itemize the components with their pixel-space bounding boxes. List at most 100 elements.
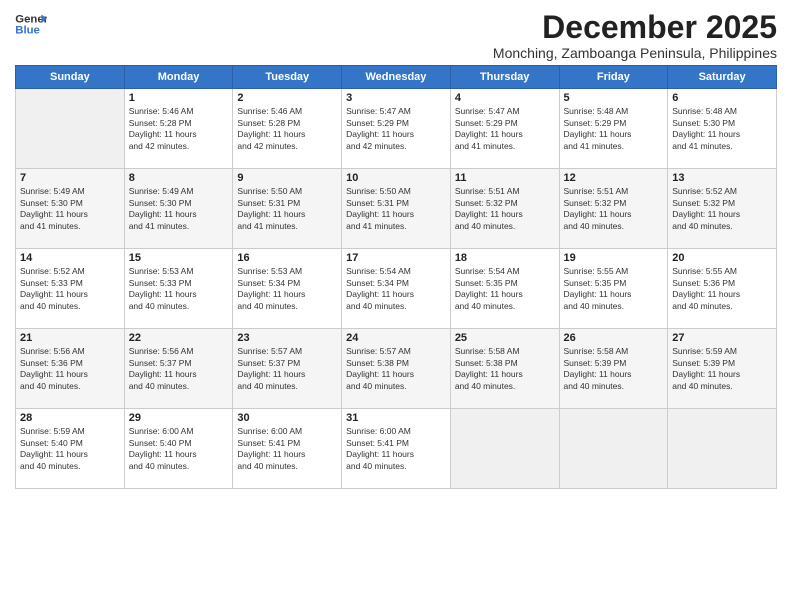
calendar-week-row: 28 Sunrise: 5:59 AMSunset: 5:40 PMDayligh…	[16, 409, 777, 489]
day-number: 25	[455, 332, 555, 344]
day-info: Sunrise: 5:57 AMSunset: 5:37 PMDaylight:…	[237, 346, 337, 392]
calendar-week-row: 14 Sunrise: 5:52 AMSunset: 5:33 PMDayligh…	[16, 249, 777, 329]
logo: General Blue	[15, 10, 49, 38]
col-sunday: Sunday	[16, 66, 125, 89]
table-row: 20 Sunrise: 5:55 AMSunset: 5:36 PMDayligh…	[668, 249, 777, 329]
table-row: 24Sunrise: 5:57 AMSunset: 5:38 PMDayligh…	[342, 329, 451, 409]
day-number: 21	[20, 332, 120, 344]
table-row: 2 Sunrise: 5:46 AMSunset: 5:28 PMDaylight…	[233, 89, 342, 169]
subtitle: Monching, Zamboanga Peninsula, Philippin…	[493, 45, 777, 61]
day-info: Sunrise: 5:51 AMSunset: 5:32 PMDaylight:…	[455, 186, 555, 232]
day-number: 18	[455, 252, 555, 264]
day-info: Sunrise: 5:58 AMSunset: 5:39 PMDaylight:…	[564, 346, 664, 392]
header-row: Sunday Monday Tuesday Wednesday Thursday…	[16, 66, 777, 89]
col-monday: Monday	[124, 66, 233, 89]
day-number: 6	[672, 92, 772, 104]
day-number: 20	[672, 252, 772, 264]
day-number: 28	[20, 412, 120, 424]
day-number: 13	[672, 172, 772, 184]
table-row: 19 Sunrise: 5:55 AMSunset: 5:35 PMDayligh…	[559, 249, 668, 329]
day-number: 5	[564, 92, 664, 104]
day-info: Sunrise: 6:00 AMSunset: 5:40 PMDaylight:…	[129, 426, 229, 472]
calendar-week-row: 7 Sunrise: 5:49 AMSunset: 5:30 PMDaylight…	[16, 169, 777, 249]
day-number: 19	[564, 252, 664, 264]
day-info: Sunrise: 5:59 AMSunset: 5:39 PMDaylight:…	[672, 346, 772, 392]
col-friday: Friday	[559, 66, 668, 89]
table-row	[16, 89, 125, 169]
day-info: Sunrise: 5:59 AMSunset: 5:40 PMDaylight:…	[20, 426, 120, 472]
day-number: 27	[672, 332, 772, 344]
table-row: 6 Sunrise: 5:48 AMSunset: 5:30 PMDaylight…	[668, 89, 777, 169]
day-info: Sunrise: 5:52 AMSunset: 5:33 PMDaylight:…	[20, 266, 120, 312]
day-info: Sunrise: 6:00 AMSunset: 5:41 PMDaylight:…	[237, 426, 337, 472]
day-number: 8	[129, 172, 229, 184]
day-number: 16	[237, 252, 337, 264]
table-row: 16 Sunrise: 5:53 AMSunset: 5:34 PMDayligh…	[233, 249, 342, 329]
table-row: 8Sunrise: 5:49 AMSunset: 5:30 PMDaylight…	[124, 169, 233, 249]
day-number: 2	[237, 92, 337, 104]
day-number: 15	[129, 252, 229, 264]
table-row: 18 Sunrise: 5:54 AMSunset: 5:35 PMDayligh…	[450, 249, 559, 329]
day-info: Sunrise: 5:55 AMSunset: 5:35 PMDaylight:…	[564, 266, 664, 312]
col-saturday: Saturday	[668, 66, 777, 89]
day-info: Sunrise: 5:49 AMSunset: 5:30 PMDaylight:…	[20, 186, 120, 232]
day-info: Sunrise: 5:52 AMSunset: 5:32 PMDaylight:…	[672, 186, 772, 232]
day-number: 26	[564, 332, 664, 344]
month-title: December 2025	[493, 10, 777, 45]
day-info: Sunrise: 5:47 AMSunset: 5:29 PMDaylight:…	[455, 106, 555, 152]
table-row	[668, 409, 777, 489]
table-row: 25 Sunrise: 5:58 AMSunset: 5:38 PMDayligh…	[450, 329, 559, 409]
day-number: 3	[346, 92, 446, 104]
col-tuesday: Tuesday	[233, 66, 342, 89]
day-info: Sunrise: 5:50 AMSunset: 5:31 PMDaylight:…	[346, 186, 446, 232]
day-info: Sunrise: 5:48 AMSunset: 5:29 PMDaylight:…	[564, 106, 664, 152]
table-row: 22Sunrise: 5:56 AMSunset: 5:37 PMDayligh…	[124, 329, 233, 409]
calendar-week-row: 1 Sunrise: 5:46 AMSunset: 5:28 PMDaylight…	[16, 89, 777, 169]
day-number: 9	[237, 172, 337, 184]
header: General Blue December 2025 Monching, Zam…	[15, 10, 777, 61]
table-row: 7 Sunrise: 5:49 AMSunset: 5:30 PMDaylight…	[16, 169, 125, 249]
day-number: 4	[455, 92, 555, 104]
day-info: Sunrise: 5:51 AMSunset: 5:32 PMDaylight:…	[564, 186, 664, 232]
day-number: 23	[237, 332, 337, 344]
table-row: 21Sunrise: 5:56 AMSunset: 5:36 PMDayligh…	[16, 329, 125, 409]
svg-text:Blue: Blue	[15, 25, 40, 37]
table-row	[450, 409, 559, 489]
table-row: 12Sunrise: 5:51 AMSunset: 5:32 PMDayligh…	[559, 169, 668, 249]
day-number: 14	[20, 252, 120, 264]
page: General Blue December 2025 Monching, Zam…	[0, 0, 792, 612]
table-row: 23 Sunrise: 5:57 AMSunset: 5:37 PMDayligh…	[233, 329, 342, 409]
table-row: 10Sunrise: 5:50 AMSunset: 5:31 PMDayligh…	[342, 169, 451, 249]
day-info: Sunrise: 5:46 AMSunset: 5:28 PMDaylight:…	[129, 106, 229, 152]
day-info: Sunrise: 5:46 AMSunset: 5:28 PMDaylight:…	[237, 106, 337, 152]
day-info: Sunrise: 5:54 AMSunset: 5:35 PMDaylight:…	[455, 266, 555, 312]
day-number: 31	[346, 412, 446, 424]
day-info: Sunrise: 6:00 AMSunset: 5:41 PMDaylight:…	[346, 426, 446, 472]
table-row: 28 Sunrise: 5:59 AMSunset: 5:40 PMDayligh…	[16, 409, 125, 489]
table-row: 31 Sunrise: 6:00 AMSunset: 5:41 PMDayligh…	[342, 409, 451, 489]
day-info: Sunrise: 5:55 AMSunset: 5:36 PMDaylight:…	[672, 266, 772, 312]
day-info: Sunrise: 5:48 AMSunset: 5:30 PMDaylight:…	[672, 106, 772, 152]
day-info: Sunrise: 5:56 AMSunset: 5:37 PMDaylight:…	[129, 346, 229, 392]
table-row: 15Sunrise: 5:53 AMSunset: 5:33 PMDayligh…	[124, 249, 233, 329]
day-info: Sunrise: 5:50 AMSunset: 5:31 PMDaylight:…	[237, 186, 337, 232]
table-row: 3Sunrise: 5:47 AMSunset: 5:29 PMDaylight…	[342, 89, 451, 169]
table-row: 5 Sunrise: 5:48 AMSunset: 5:29 PMDaylight…	[559, 89, 668, 169]
day-info: Sunrise: 5:54 AMSunset: 5:34 PMDaylight:…	[346, 266, 446, 312]
day-number: 7	[20, 172, 120, 184]
col-wednesday: Wednesday	[342, 66, 451, 89]
table-row: 26 Sunrise: 5:58 AMSunset: 5:39 PMDayligh…	[559, 329, 668, 409]
calendar-week-row: 21Sunrise: 5:56 AMSunset: 5:36 PMDayligh…	[16, 329, 777, 409]
day-number: 24	[346, 332, 446, 344]
day-number: 11	[455, 172, 555, 184]
title-section: December 2025 Monching, Zamboanga Penins…	[493, 10, 777, 61]
table-row: 17Sunrise: 5:54 AMSunset: 5:34 PMDayligh…	[342, 249, 451, 329]
table-row	[559, 409, 668, 489]
table-row: 1 Sunrise: 5:46 AMSunset: 5:28 PMDaylight…	[124, 89, 233, 169]
table-row: 27 Sunrise: 5:59 AMSunset: 5:39 PMDayligh…	[668, 329, 777, 409]
table-row: 9 Sunrise: 5:50 AMSunset: 5:31 PMDaylight…	[233, 169, 342, 249]
day-number: 1	[129, 92, 229, 104]
day-number: 30	[237, 412, 337, 424]
day-info: Sunrise: 5:53 AMSunset: 5:34 PMDaylight:…	[237, 266, 337, 312]
day-info: Sunrise: 5:58 AMSunset: 5:38 PMDaylight:…	[455, 346, 555, 392]
